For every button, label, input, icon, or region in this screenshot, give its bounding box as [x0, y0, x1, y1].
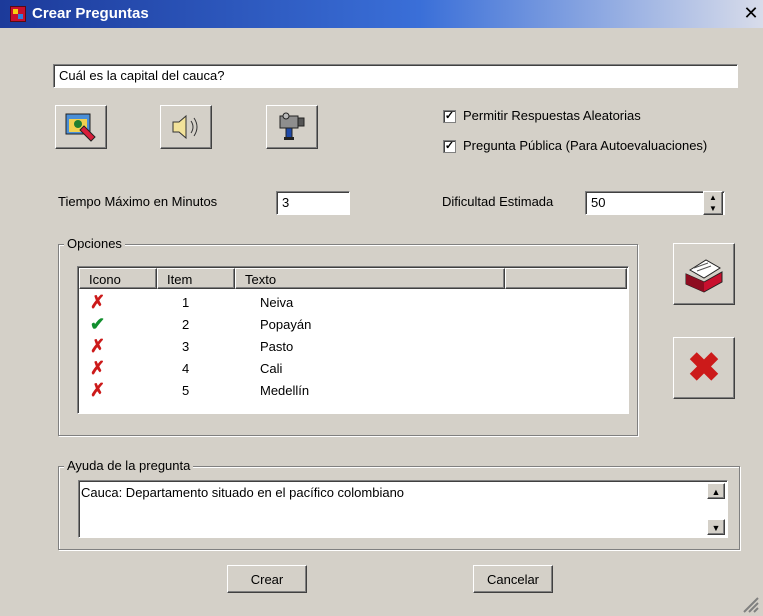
- option-item-number: 3: [182, 338, 190, 354]
- cross-icon: ✗: [90, 357, 106, 378]
- app-icon: [10, 6, 26, 22]
- spin-up-icon[interactable]: ▲: [704, 192, 722, 203]
- printer-card-icon: [685, 259, 723, 293]
- scroll-track[interactable]: [707, 499, 725, 519]
- list-item[interactable]: ✗ 5 Medellín: [90, 379, 309, 401]
- scroll-down-icon[interactable]: ▼: [707, 519, 725, 535]
- difficulty-spinner[interactable]: ▲ ▼: [703, 191, 723, 215]
- column-icono[interactable]: Icono: [79, 268, 157, 289]
- list-item[interactable]: ✔ 2 Popayán: [90, 313, 311, 335]
- max-time-label: Tiempo Máximo en Minutos: [58, 194, 218, 209]
- video-button[interactable]: [266, 105, 318, 149]
- options-list[interactable]: Icono Item Texto ✗ 1 Neiva ✔ 2 Popayán ✗…: [77, 266, 629, 414]
- option-text: Popayán: [260, 316, 312, 332]
- cross-icon: ✗: [90, 335, 106, 356]
- option-item-number: 4: [182, 360, 190, 376]
- check-icon: ✔: [90, 313, 106, 334]
- speaker-icon: [172, 114, 198, 140]
- help-text: Cauca: Departamento situado en el pacífi…: [81, 485, 405, 500]
- option-text: Cali: [260, 360, 283, 376]
- cross-icon: ✗: [90, 379, 106, 400]
- close-button[interactable]: ✕: [741, 3, 761, 23]
- option-text: Pasto: [260, 338, 294, 354]
- audio-button[interactable]: [160, 105, 212, 149]
- cancel-button-label: Cancelar: [486, 571, 540, 587]
- list-item[interactable]: ✗ 3 Pasto: [90, 335, 293, 357]
- column-item[interactable]: Item: [157, 268, 235, 289]
- option-item-number: 1: [182, 294, 190, 310]
- option-text: Neiva: [260, 294, 294, 310]
- difficulty-label: Dificultad Estimada: [442, 194, 554, 209]
- create-button-label: Crear: [250, 571, 284, 587]
- cross-icon: ✗: [90, 291, 106, 312]
- red-x-icon: ✖: [687, 346, 721, 390]
- option-item-number: 2: [182, 316, 190, 332]
- options-group-title: Opciones: [64, 236, 125, 251]
- public-question-label: Pregunta Pública (Para Autoevaluaciones): [463, 138, 708, 153]
- help-scrollbar[interactable]: ▲ ▼: [707, 483, 725, 535]
- delete-option-button[interactable]: ✖: [673, 337, 735, 399]
- cancel-button[interactable]: Cancelar: [473, 565, 553, 593]
- image-editor-icon: [65, 113, 96, 142]
- scroll-up-icon[interactable]: ▲: [707, 483, 725, 499]
- max-time-input[interactable]: 3: [276, 191, 350, 215]
- help-textarea[interactable]: Cauca: Departamento situado en el pacífi…: [78, 480, 728, 538]
- window-title: Crear Preguntas: [32, 5, 149, 22]
- resize-grip-icon[interactable]: [742, 596, 760, 614]
- option-text: Medellín: [260, 382, 310, 398]
- column-texto[interactable]: Texto: [235, 268, 505, 289]
- option-item-number: 5: [182, 382, 190, 398]
- question-input[interactable]: Cuál es la capital del cauca?: [53, 64, 738, 88]
- public-question-checkbox[interactable]: ✓: [443, 140, 456, 153]
- options-list-header: Icono Item Texto: [79, 268, 627, 289]
- image-button[interactable]: [55, 105, 107, 149]
- column-empty[interactable]: [505, 268, 627, 289]
- add-option-button[interactable]: [673, 243, 735, 305]
- help-group-title: Ayuda de la pregunta: [64, 458, 194, 473]
- random-answers-label: Permitir Respuestas Aleatorias: [463, 108, 641, 123]
- list-item[interactable]: ✗ 4 Cali: [90, 357, 282, 379]
- spin-down-icon[interactable]: ▼: [704, 203, 722, 214]
- list-item[interactable]: ✗ 1 Neiva: [90, 291, 293, 313]
- video-camera-icon: [279, 112, 305, 140]
- random-answers-checkbox[interactable]: ✓: [443, 110, 456, 123]
- create-button[interactable]: Crear: [227, 565, 307, 593]
